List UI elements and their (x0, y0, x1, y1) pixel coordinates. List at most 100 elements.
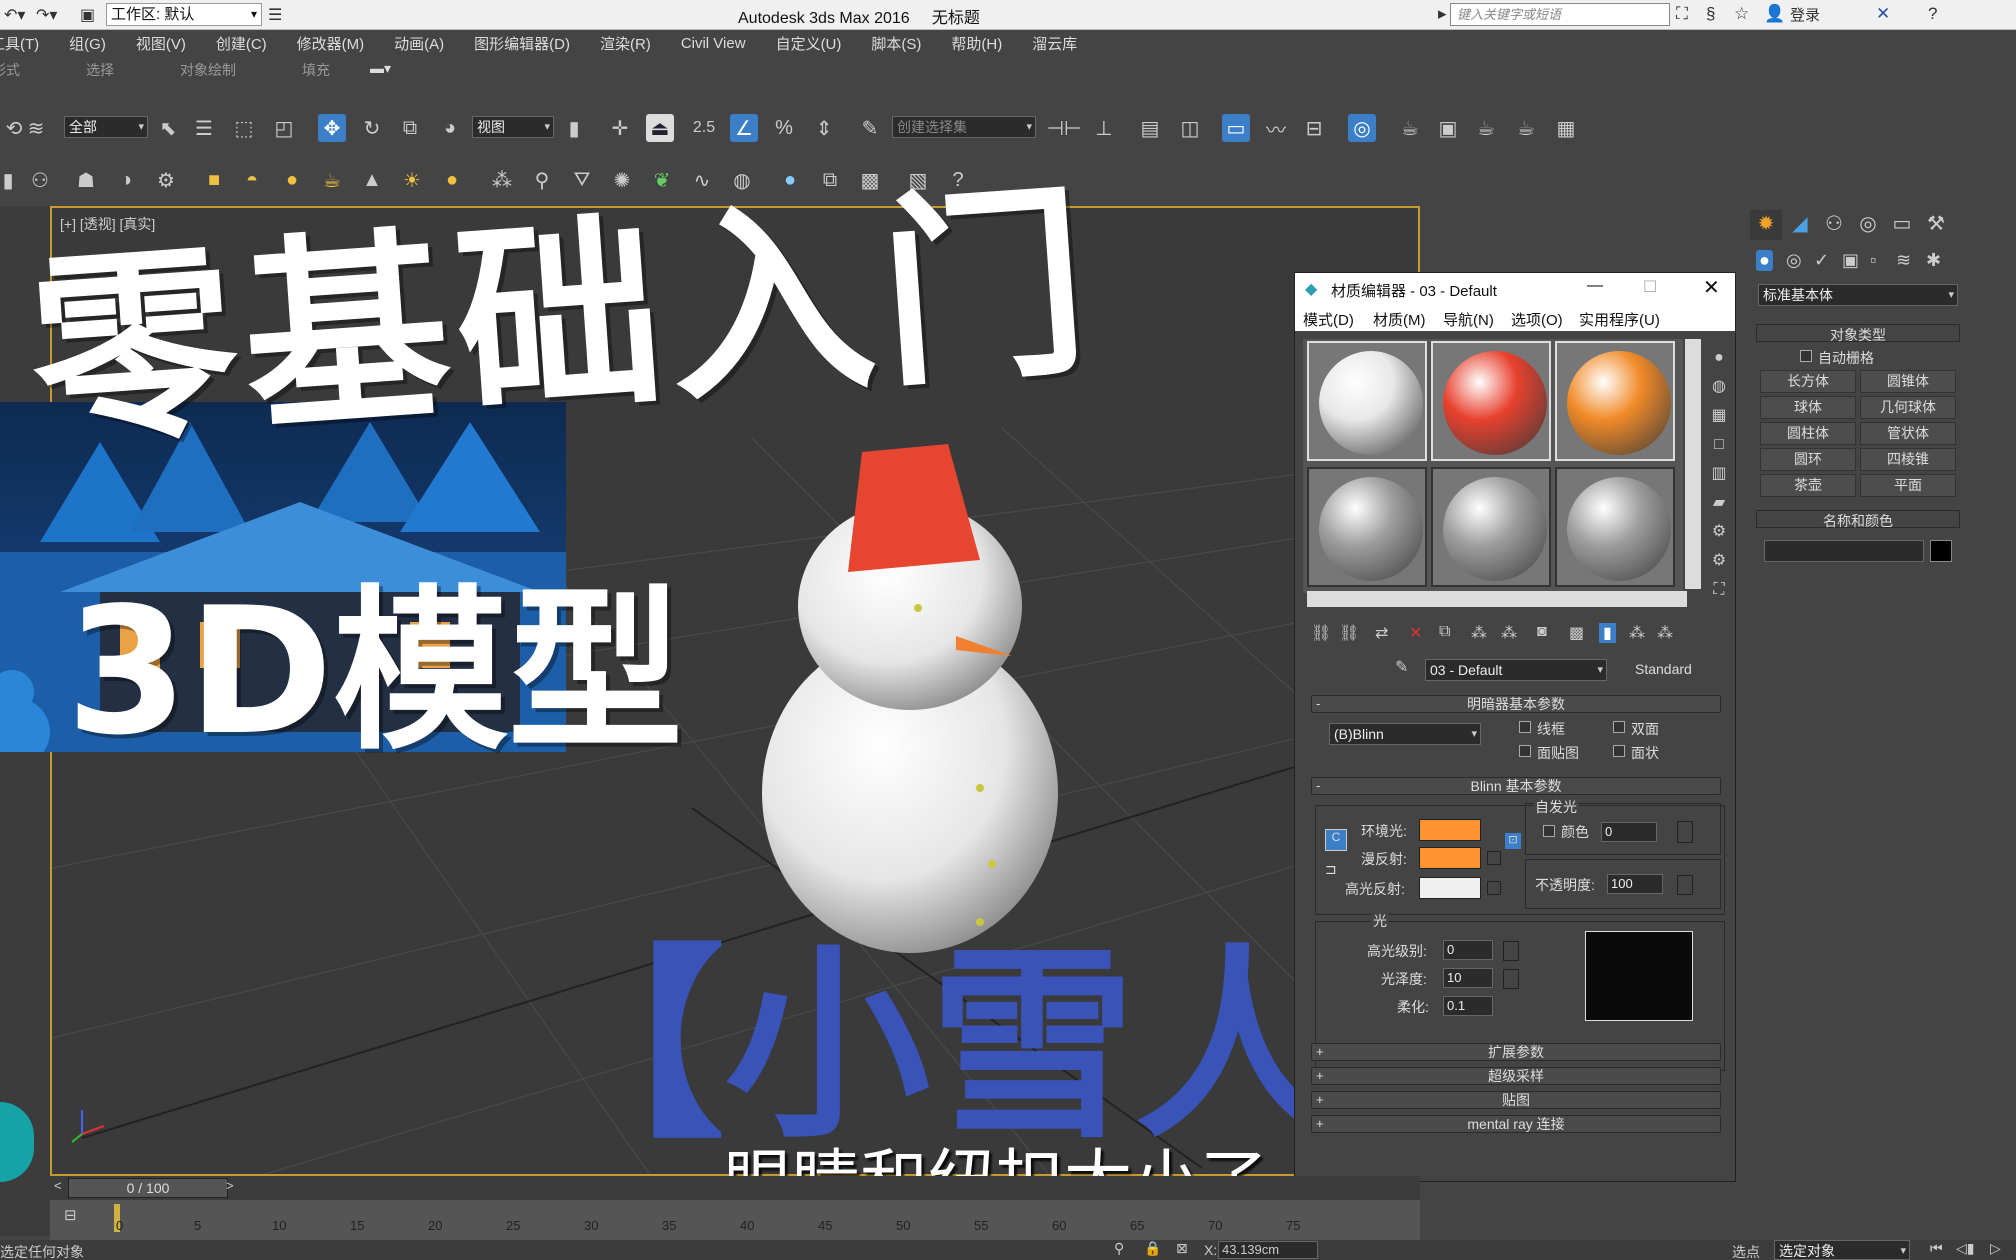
go-forward-sibling-icon[interactable]: ⁂ (1657, 623, 1673, 643)
time-slider-thumb[interactable]: 0 / 100 (68, 1178, 228, 1198)
uv-tiling-icon[interactable]: □ (1707, 430, 1731, 459)
render-setup-icon[interactable]: ☕ (1396, 114, 1424, 142)
menu-customize[interactable]: 自定义(U) (776, 33, 842, 54)
render-iterative-icon[interactable]: ☕ (1512, 114, 1540, 142)
create-tab-icon[interactable]: ✹ (1750, 210, 1782, 240)
geometry-category-select[interactable]: 标准基本体 (1758, 284, 1958, 306)
blinn-basic-params-rollout[interactable]: Blinn 基本参数 (1311, 777, 1721, 795)
ribbon-icon[interactable]: ▭ (1222, 114, 1250, 142)
menu-modifiers[interactable]: 修改器(M) (297, 33, 365, 54)
teapot-button[interactable]: 茶壶 (1760, 474, 1856, 497)
faceted-checkbox[interactable] (1613, 745, 1625, 757)
pivot-center-icon[interactable]: ▮ (560, 114, 588, 142)
menu-graph-editors[interactable]: 图形编辑器(D) (474, 33, 570, 54)
torus-button[interactable]: 圆环 (1760, 448, 1856, 471)
menu-group[interactable]: 组(G) (69, 33, 106, 54)
material-name-field[interactable]: 03 - Default (1425, 659, 1607, 681)
mated-menu-options[interactable]: 选项(O) (1511, 309, 1563, 330)
absolute-mode-icon[interactable]: ⊠ (1176, 1240, 1188, 1257)
ambient-color-swatch[interactable] (1419, 819, 1481, 841)
previous-frame-icon[interactable]: ◁▮ (1956, 1240, 1974, 1257)
specular-level-map-button[interactable] (1503, 941, 1519, 961)
lights-icon[interactable]: ✓ (1814, 250, 1829, 271)
place-icon[interactable]: ◕ (436, 114, 464, 142)
two-sided-checkbox[interactable] (1613, 721, 1625, 733)
plane-button[interactable]: 平面 (1860, 474, 1956, 497)
display-tab-icon[interactable]: ▭ (1886, 210, 1918, 240)
lock-diffuse-specular-icon[interactable]: ⊐ (1325, 861, 1337, 878)
ribbon-toggle-icon[interactable]: ▬▾ (370, 60, 391, 77)
helpers-icon[interactable]: ▫ (1870, 250, 1876, 271)
mated-menu-navigation[interactable]: 导航(N) (1443, 309, 1494, 330)
time-next-icon[interactable]: > (226, 1178, 234, 1193)
put-to-scene-icon[interactable]: ⛓ (1339, 623, 1359, 643)
box-button[interactable]: 长方体 (1760, 370, 1856, 393)
show-shaded-material-icon[interactable]: ▩ (1569, 623, 1584, 643)
material-type-button[interactable]: Standard (1635, 661, 1692, 677)
opacity-map-button[interactable] (1677, 875, 1693, 895)
mini-curve-editor-icon[interactable]: ⊟ (64, 1206, 77, 1224)
isolate-icon[interactable]: ⚲ (1114, 1240, 1124, 1257)
cylinder-button[interactable]: 圆柱体 (1760, 422, 1856, 445)
shader-basic-params-rollout[interactable]: 明暗器基本参数 (1311, 695, 1721, 713)
exchange-icon[interactable]: ✕ (1876, 4, 1890, 24)
menu-animation[interactable]: 动画(A) (394, 33, 444, 54)
sample-slot-5[interactable] (1431, 467, 1551, 587)
wire-checkbox[interactable] (1519, 721, 1531, 733)
search-input[interactable]: 键入关键字或短语 (1450, 3, 1670, 26)
self-illum-color-checkbox[interactable] (1543, 825, 1555, 837)
show-end-result-icon[interactable]: ▮ (1599, 623, 1616, 643)
render-production-icon[interactable]: ☕ (1472, 114, 1500, 142)
ribbon-tab-selection[interactable]: 选择 (86, 60, 114, 80)
schematic-view-icon[interactable]: ⊟ (1300, 114, 1328, 142)
sample-slot-1[interactable] (1307, 341, 1427, 461)
copy-material-icon[interactable]: ⧉ (1439, 623, 1450, 641)
track-bar[interactable]: ⊟ 0 5 10 15 20 25 30 35 40 45 50 55 60 65 70 75 (50, 1200, 1420, 1240)
cameras-icon[interactable]: ▣ (1842, 250, 1859, 271)
window-crossing-icon[interactable]: ◰ (270, 114, 298, 142)
slots-vertical-scrollbar[interactable] (1685, 339, 1701, 589)
make-preview-icon[interactable]: ▰ (1707, 488, 1731, 517)
go-to-parent-icon[interactable]: ⁂ (1629, 623, 1645, 643)
move-icon[interactable]: ✥ (318, 114, 346, 142)
menu-create[interactable]: 创建(C) (216, 33, 267, 54)
material-editor-window[interactable]: ◆ 材质编辑器 - 03 - Default — ☐ ✕ 模式(D) 材质(M)… (1294, 272, 1736, 1182)
hierarchy-tab-icon[interactable]: ⚇ (1818, 210, 1850, 240)
slots-horizontal-scrollbar[interactable] (1307, 591, 1687, 607)
help-icon[interactable]: ? (1928, 4, 1937, 24)
scene-explorer-icon[interactable]: ▤ (1136, 114, 1164, 142)
backlight-icon[interactable]: ◍ (1707, 372, 1731, 401)
reference-coordinate-select[interactable]: 视图 (472, 116, 554, 138)
spacewarps-icon[interactable]: ≋ (1896, 250, 1911, 271)
glossiness-value[interactable]: 10 (1443, 968, 1493, 988)
rect-selection-icon[interactable]: ⬚ (230, 114, 258, 142)
soften-value[interactable]: 0.1 (1443, 996, 1493, 1016)
search-expand-icon[interactable]: ▸ (1438, 4, 1447, 24)
play-icon[interactable]: ▷ (1990, 1240, 2001, 1257)
menu-scripting[interactable]: 脚本(S) (871, 33, 921, 54)
close-icon[interactable]: ✕ (1703, 275, 1720, 300)
get-material-icon[interactable]: ⛓ (1311, 623, 1331, 643)
workspace-icon[interactable]: ▣ (80, 4, 95, 26)
selection-filter[interactable]: 全部 (64, 116, 148, 138)
ribbon-tab-modeling[interactable]: 形式 (0, 60, 20, 80)
sample-slot-3[interactable] (1555, 341, 1675, 461)
options-icon[interactable]: ⚙ (1707, 517, 1731, 546)
self-illum-map-button[interactable] (1677, 821, 1693, 843)
glossiness-map-button[interactable] (1503, 969, 1519, 989)
mental-ray-rollout[interactable]: mental ray 连接 (1311, 1115, 1721, 1133)
pyramid-button[interactable]: 四棱锥 (1860, 448, 1956, 471)
rotate-icon[interactable]: ↻ (358, 114, 386, 142)
face-map-checkbox[interactable] (1519, 745, 1531, 757)
sample-type-icon[interactable]: ● (1707, 343, 1731, 372)
shapes-icon[interactable]: ◎ (1786, 250, 1802, 271)
user-icon[interactable]: 👤 (1764, 4, 1785, 24)
material-id-channel-icon[interactable]: ◙ (1537, 623, 1547, 641)
put-to-library-icon[interactable]: ⁂ (1501, 623, 1517, 643)
extended-params-rollout[interactable]: 扩展参数 (1311, 1043, 1721, 1061)
layer-manager-icon[interactable]: ◫ (1176, 114, 1204, 142)
select-by-name-icon[interactable]: ☰ (190, 114, 218, 142)
menu-tools[interactable]: 工具(T) (0, 33, 39, 54)
scale-icon[interactable]: ⧉ (396, 114, 424, 142)
quick-access-dropdown-icon[interactable]: ☰ (268, 4, 282, 26)
